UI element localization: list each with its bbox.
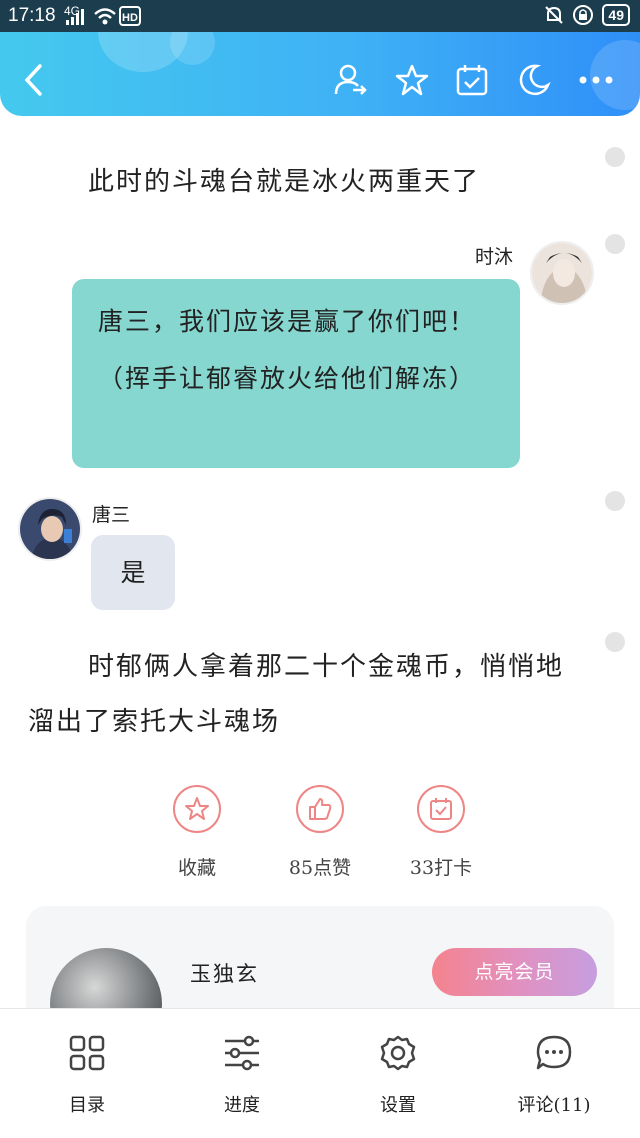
chat-bubble-left: 是 xyxy=(91,535,175,610)
bottom-nav: 目录 进度 设置 评论(11) xyxy=(0,1008,640,1138)
vip-button[interactable]: 点亮会员 xyxy=(432,948,597,996)
comment-dot[interactable] xyxy=(605,632,625,652)
back-button[interactable] xyxy=(14,60,54,100)
moon-icon xyxy=(519,64,551,96)
like-count: 85点赞 xyxy=(288,857,352,879)
favorite-button[interactable] xyxy=(392,60,432,100)
wifi-icon xyxy=(94,8,116,25)
nav-settings-label: 设置 xyxy=(380,1095,416,1116)
mute-bell-icon xyxy=(545,6,564,24)
calendar-check-icon xyxy=(456,65,488,96)
like-action[interactable]: 85点赞 xyxy=(270,785,370,880)
more-button[interactable] xyxy=(576,60,616,100)
checkin-action[interactable]: 33打卡 xyxy=(391,785,491,880)
status-time: 17:18 xyxy=(8,5,56,26)
speaker-name: 唐三 xyxy=(92,504,131,526)
nav-catalog[interactable]: 目录 xyxy=(27,1031,147,1117)
star-icon xyxy=(395,64,429,96)
comment-dot[interactable] xyxy=(605,491,625,511)
sliders-icon xyxy=(225,1035,259,1071)
battery-icon: 49 xyxy=(602,4,630,26)
speaker-name: 时沐 xyxy=(475,246,514,268)
nav-progress[interactable]: 进度 xyxy=(182,1031,302,1117)
collect-action[interactable]: 收藏 xyxy=(147,785,247,880)
nav-comments[interactable]: 评论(11) xyxy=(494,1031,614,1117)
narration-paragraph: 时郁俩人拿着那二十个金魂币，悄悄地溜出了索托大斗魂场 xyxy=(28,652,565,737)
nav-progress-label: 进度 xyxy=(224,1095,260,1116)
checkin-button[interactable] xyxy=(452,60,492,100)
signal-icon xyxy=(66,9,84,25)
status-right: 49 xyxy=(544,4,630,26)
user-switch-icon xyxy=(334,64,367,95)
hd-icon: HD xyxy=(119,6,141,26)
narration-paragraph: 此时的斗魂台就是冰火两重天了 xyxy=(88,167,481,197)
comment-dot[interactable] xyxy=(605,147,625,167)
reader-header xyxy=(0,32,640,116)
chat-bubble-right: 唐三，我们应该是赢了你们吧！（挥手让郁睿放火给他们解冻） xyxy=(72,279,520,468)
switch-reader-button[interactable] xyxy=(330,60,370,100)
checkin-count: 33打卡 xyxy=(409,857,473,879)
thumbs-up-icon xyxy=(309,798,332,820)
nav-comments-label: 评论(11) xyxy=(517,1095,591,1116)
author-name[interactable]: 玉独玄 xyxy=(190,958,259,988)
more-icon xyxy=(579,76,613,84)
grid-icon xyxy=(69,1035,105,1071)
svg-text:HD: HD xyxy=(122,12,138,24)
comment-icon xyxy=(536,1035,572,1070)
star-icon xyxy=(185,797,209,820)
status-bar: 17:18 4G HD 49 xyxy=(0,0,640,32)
lock-rotation-icon xyxy=(573,5,594,25)
back-icon xyxy=(24,64,42,96)
nav-catalog-label: 目录 xyxy=(69,1095,105,1116)
night-mode-button[interactable] xyxy=(514,60,554,100)
gear-icon xyxy=(380,1035,416,1071)
nav-settings[interactable]: 设置 xyxy=(338,1031,458,1117)
avatar[interactable] xyxy=(530,241,594,305)
comment-dot[interactable] xyxy=(605,234,625,254)
calendar-check-icon xyxy=(430,798,452,820)
avatar[interactable] xyxy=(18,497,82,561)
collect-label: 收藏 xyxy=(177,857,216,879)
